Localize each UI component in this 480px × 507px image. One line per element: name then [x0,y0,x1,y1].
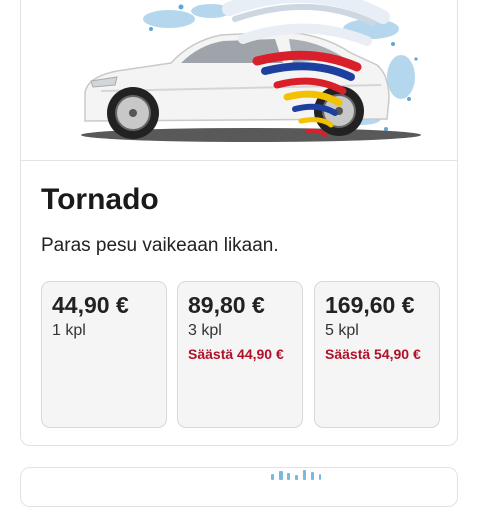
price-value: 169,60 € [325,292,415,318]
car-wash-hero-image [21,0,457,161]
quantity-label: 3 kpl [188,322,222,339]
price-value: 44,90 € [52,292,129,318]
product-description: Paras pesu vaikeaan likaan. [41,235,279,256]
product-title: Tornado [41,183,159,216]
price-value: 89,80 € [188,292,265,318]
price-option-5[interactable]: 169,60 € 5 kpl Säästä 54,90 € [314,281,440,428]
quantity-label: 1 kpl [52,322,86,339]
savings-label: Säästä 44,90 € [188,346,284,362]
price-option-1[interactable]: 44,90 € 1 kpl [41,281,167,428]
quantity-label: 5 kpl [325,322,359,339]
product-card-tornado: Tornado Paras pesu vaikeaan likaan. 44,9… [20,0,458,446]
car-wash-tornado-image [81,0,421,142]
savings-label: Säästä 54,90 € [325,346,421,362]
price-option-3[interactable]: 89,80 € 3 kpl Säästä 44,90 € [177,281,303,428]
product-card-next [20,467,458,507]
